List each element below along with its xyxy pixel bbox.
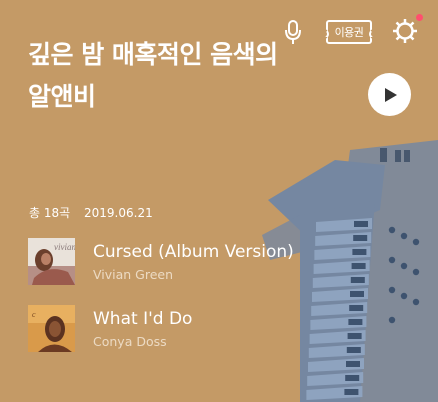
- accordion-button: [400, 292, 408, 300]
- album-meta: 총 18곡 2019.06.21: [29, 204, 153, 221]
- accordion-button: [400, 232, 408, 240]
- accordion-button: [388, 286, 396, 294]
- accordion-key: [348, 319, 363, 325]
- accordion-button: [412, 268, 420, 276]
- accordion-key: [354, 221, 368, 227]
- accordion-button: [388, 256, 396, 264]
- accordion-key: [353, 235, 368, 241]
- notification-dot: [416, 14, 423, 21]
- track-artist: Vivian Green: [93, 267, 174, 282]
- accordion-key: [346, 347, 361, 353]
- accordion-key: [350, 277, 365, 283]
- accordion-key: [349, 305, 364, 311]
- svg-text:vivian: vivian: [54, 242, 75, 252]
- track-row[interactable]: vivian Cursed (Album Version) Vivian Gre…: [28, 238, 328, 286]
- track-artist: Conya Doss: [93, 334, 167, 349]
- accordion-key: [345, 375, 360, 381]
- album-title: 깊은 밤 매혹적인 음색의 알앤비: [28, 34, 348, 118]
- album-title-line-1: 깊은 밤 매혹적인 음색의: [28, 40, 278, 69]
- accordion-button: [412, 298, 420, 306]
- track-title: What I'd Do: [93, 309, 193, 329]
- accordion-key: [350, 291, 364, 297]
- accordion-button: [412, 238, 420, 246]
- play-all-button[interactable]: [368, 73, 411, 116]
- track-count: 총 18곡: [29, 206, 71, 220]
- accordion-key: [344, 389, 359, 395]
- accordion-key: [346, 361, 360, 367]
- accordion-key: [347, 333, 362, 339]
- track-row[interactable]: c What I'd Do Conya Doss: [28, 305, 328, 353]
- gear-icon: [393, 19, 417, 43]
- playlist-screen: 이용권 깊은 밤 매혹적인 음색의 알앤비 총 18곡 2019.06.21 v…: [0, 0, 438, 402]
- accordion-button: [388, 226, 396, 234]
- accordion-key: [351, 263, 366, 269]
- svg-text:c: c: [32, 310, 36, 319]
- track-title: Cursed (Album Version): [93, 242, 294, 262]
- accordion-key: [352, 249, 367, 255]
- release-date: 2019.06.21: [84, 206, 153, 220]
- settings-button[interactable]: [390, 16, 420, 46]
- accordion-button: [400, 262, 408, 270]
- album-art-thumbnail: vivian: [28, 238, 75, 285]
- album-title-line-2: 알앤비: [28, 82, 96, 111]
- album-art-thumbnail: c: [28, 305, 75, 352]
- accordion-button: [388, 316, 396, 324]
- play-icon: [384, 87, 397, 102]
